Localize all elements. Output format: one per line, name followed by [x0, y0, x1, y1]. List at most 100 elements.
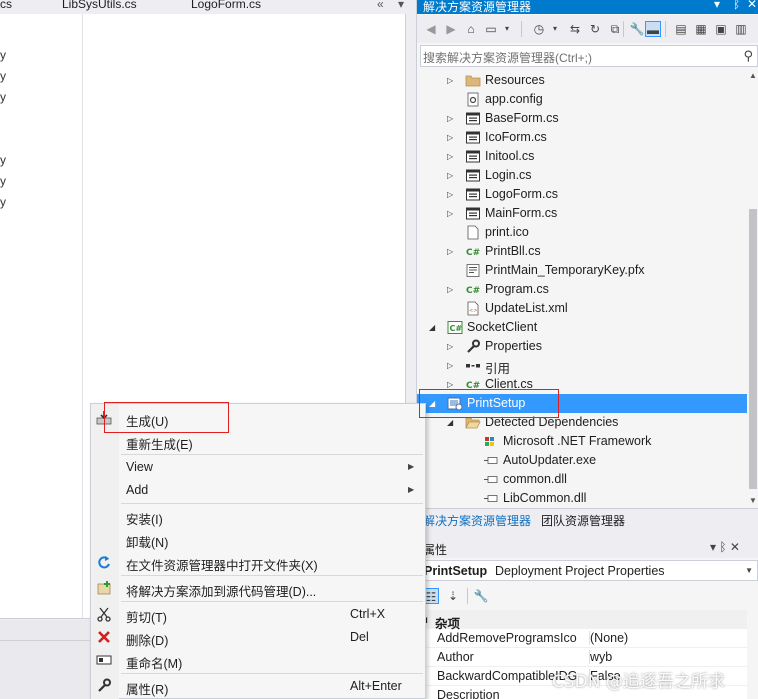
file-system-editor-icon[interactable]: ▣ [713, 21, 729, 37]
dropdown-icon[interactable]: ▾ [714, 0, 720, 11]
property-value[interactable]: wyb [589, 650, 612, 664]
menu-item-n[interactable]: 卸载(N) [91, 528, 425, 550]
expand-icon[interactable]: ▷ [447, 341, 457, 352]
tree-item[interactable]: app.config [417, 90, 747, 109]
expand-icon[interactable]: ▷ [447, 75, 457, 86]
form-icon [465, 187, 481, 202]
tree-item-label: app.config [485, 92, 543, 106]
tree-item[interactable]: Microsoft .NET Framework [417, 432, 747, 451]
scroll-down-icon[interactable]: ▼ [749, 496, 757, 505]
collapse-icon[interactable]: ◢ [429, 322, 439, 333]
view-designer-icon[interactable]: ▦ [693, 21, 709, 37]
registry-editor-icon[interactable]: ▥ [733, 21, 749, 37]
back-icon[interactable]: ◀ [423, 21, 439, 37]
tree-item[interactable]: <> UpdateList.xml [417, 299, 747, 318]
editor-tab-libsysutils[interactable]: LibSysUtils.cs [62, 0, 137, 11]
properties-title: 属性 [423, 543, 448, 557]
tree-item[interactable]: ▷ Resources [417, 71, 747, 90]
tab-overflow-icon[interactable]: « [377, 0, 384, 11]
scrollbar-thumb[interactable] [749, 209, 757, 489]
expand-icon[interactable]: ▷ [447, 113, 457, 124]
menu-item-d[interactable]: 将解决方案添加到源代码管理(D)... [91, 577, 425, 599]
history-icon[interactable]: ◷ [531, 21, 547, 37]
wrench-icon[interactable]: 🔧 [473, 588, 489, 604]
property-row[interactable]: Author wyb [417, 648, 747, 667]
properties-wrench-icon[interactable]: 🔧 [629, 21, 645, 37]
menu-item-t[interactable]: 剪切(T) Ctrl+X [91, 603, 425, 625]
tab-dropdown-icon[interactable]: ▾ [398, 0, 404, 11]
forward-icon[interactable]: ▶ [443, 21, 459, 37]
expand-icon[interactable]: ▷ [447, 246, 457, 257]
panel-controls-icon[interactable]: ▾ ᛒ ✕ [710, 540, 740, 554]
tree-item[interactable]: AutoUpdater.exe [417, 451, 747, 470]
tree-item[interactable]: print.ico [417, 223, 747, 242]
dropdown-icon[interactable]: ▾ [547, 21, 563, 37]
pending-changes-icon[interactable]: ⇆ [567, 21, 583, 37]
tree-item[interactable]: ▷ IcoForm.cs [417, 128, 747, 147]
menu-item-m[interactable]: 重命名(M) [91, 649, 425, 671]
framework-icon [483, 434, 499, 449]
dependency-icon [483, 491, 499, 506]
menu-item-r[interactable]: 属性(R) Alt+Enter [91, 675, 425, 697]
tree-item[interactable]: ▷ Initool.cs [417, 147, 747, 166]
toolbar-separator [467, 588, 468, 604]
tree-item[interactable]: ▷ Properties [417, 337, 747, 356]
expand-icon[interactable]: ▷ [447, 208, 457, 219]
tree-item[interactable]: LibCommon.dll [417, 489, 747, 508]
tree-item[interactable]: ▷ C# Program.cs [417, 280, 747, 299]
tab-team-explorer[interactable]: 团队资源管理器 [541, 512, 625, 529]
collapse-all-icon[interactable]: ⧉ [607, 21, 623, 37]
tree-item[interactable]: ▷ C# PrintBll.cs [417, 242, 747, 261]
expand-icon[interactable]: ▷ [447, 151, 457, 162]
tree-item[interactable]: ▷ Login.cs [417, 166, 747, 185]
highlight-box-build [104, 402, 229, 433]
menu-item-i[interactable]: 安装(I) [91, 505, 425, 527]
search-icon[interactable]: ⚲ [743, 48, 753, 64]
menu-item-view[interactable]: View ▶ [91, 456, 425, 478]
property-name: Author [437, 650, 474, 664]
property-category[interactable]: ◢ 杂项 [417, 610, 758, 631]
solution-explorer-search[interactable]: 搜索解决方案资源管理器(Ctrl+;) ⚲ [420, 45, 758, 67]
tree-item[interactable]: ◢ C# SocketClient [417, 318, 747, 337]
tab-solution-explorer[interactable]: 解决方案资源管理器 [423, 512, 531, 529]
refresh-icon[interactable]: ↻ [587, 21, 603, 37]
menu-item-x[interactable]: 在文件资源管理器中打开文件夹(X) [91, 551, 425, 573]
property-grid-scrollbar[interactable] [747, 610, 758, 699]
dropdown-icon[interactable]: ▾ [499, 21, 515, 37]
properties-object-selector[interactable]: PrintSetup Deployment Project Properties… [420, 560, 758, 581]
expand-icon[interactable]: ▷ [447, 284, 457, 295]
property-row[interactable]: AddRemoveProgramsIco (None) [417, 629, 747, 648]
view-code-icon[interactable]: ▤ [673, 21, 689, 37]
home-icon[interactable]: ⌂ [463, 21, 479, 37]
tree-item[interactable]: ▷ MainForm.cs [417, 204, 747, 223]
tree-item-label: Microsoft .NET Framework [503, 434, 652, 448]
menu-item-label: View [126, 460, 153, 474]
editor-tab-logoform[interactable]: LogoForm.cs [191, 0, 261, 11]
editor-tab-cs[interactable]: cs [0, 0, 12, 11]
show-all-files-icon[interactable]: ▬ [645, 21, 661, 37]
tree-item[interactable]: ▷ LogoForm.cs [417, 185, 747, 204]
expand-icon[interactable]: ▷ [447, 189, 457, 200]
tree-item[interactable]: common.dll [417, 470, 747, 489]
tree-item[interactable]: ▷ 引用 [417, 356, 747, 376]
sync-icon[interactable]: ▭ [483, 21, 499, 37]
tree-item[interactable]: PrintMain_TemporaryKey.pfx [417, 261, 747, 280]
menu-item-e[interactable]: 重新生成(E) [91, 430, 425, 452]
collapse-icon[interactable]: ◢ [447, 417, 457, 428]
chevron-down-icon[interactable]: ▼ [745, 566, 753, 575]
menu-item-d[interactable]: 删除(D) Del [91, 626, 425, 648]
alphabetical-icon[interactable]: ⇣ [445, 588, 461, 604]
expand-icon[interactable]: ▷ [447, 132, 457, 143]
pin-icon[interactable]: ᛒ [733, 0, 740, 11]
solution-tree-scrollbar[interactable]: ▲ ▼ [747, 71, 758, 508]
scroll-up-icon[interactable]: ▲ [749, 71, 757, 80]
property-value[interactable]: (None) [589, 631, 628, 645]
expand-icon[interactable]: ▷ [447, 170, 457, 181]
tree-item-label: Login.cs [485, 168, 532, 182]
expand-icon [447, 303, 457, 314]
close-icon[interactable]: ✕ [747, 0, 757, 11]
expand-icon[interactable]: ▷ [447, 360, 457, 371]
search-input[interactable]: 搜索解决方案资源管理器(Ctrl+;) [423, 49, 592, 66]
menu-item-add[interactable]: Add ▶ [91, 479, 425, 501]
tree-item[interactable]: ▷ BaseForm.cs [417, 109, 747, 128]
